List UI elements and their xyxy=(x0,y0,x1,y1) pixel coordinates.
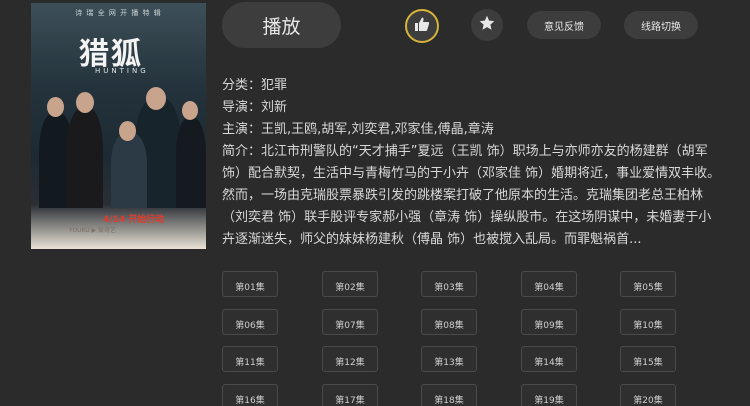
episode-button[interactable]: 第09集 xyxy=(521,309,577,335)
episode-button[interactable]: 第07集 xyxy=(322,309,378,335)
episode-button[interactable]: 第03集 xyxy=(421,271,477,297)
star-icon xyxy=(479,15,495,35)
poster-date: 4/14 开始行动 xyxy=(103,215,165,225)
episode-button[interactable]: 第19集 xyxy=(521,384,577,406)
episode-grid: 第01集 第02集 第03集 第04集 第05集第06集 第07集 第08集 第09集 第10集… xyxy=(222,271,742,406)
poster-logos: YOUKU ▶ 爱奇艺 xyxy=(69,227,117,234)
episode-button[interactable]: 第15集 xyxy=(620,346,676,372)
episode-button[interactable]: 第16集 xyxy=(222,384,278,406)
poster-image: 诗 瑞 全 网 开 播 特 辑 猎狐 HUNTING 4/14 开始行动 YOU… xyxy=(31,3,206,249)
description-text: 简介：北江市刑警队的“天才捕手”夏远（王凯 饰）职场上与亦师亦友的杨建群（胡军饰… xyxy=(222,144,721,247)
episode-button[interactable]: 第05集 xyxy=(620,271,676,297)
line-switch-button[interactable]: 线路切换 xyxy=(624,11,698,39)
episode-button[interactable]: 第11集 xyxy=(222,346,278,372)
episode-button[interactable]: 第12集 xyxy=(322,346,378,372)
episode-button[interactable]: 第18集 xyxy=(421,384,477,406)
episode-button[interactable]: 第14集 xyxy=(521,346,577,372)
thumbs-up-icon xyxy=(414,16,430,36)
poster-subtitle: HUNTING xyxy=(95,67,149,75)
play-button[interactable]: 播放 xyxy=(222,2,341,48)
episode-button[interactable]: 第08集 xyxy=(421,309,477,335)
feedback-button[interactable]: 意见反馈 xyxy=(527,11,601,39)
episode-button[interactable]: 第02集 xyxy=(322,271,378,297)
episode-button[interactable]: 第17集 xyxy=(322,384,378,406)
info-section: 分类：犯罪 导演：刘新 主演：王凯,王鸥,胡军,刘奕君,邓家佳,傅晶,章涛 简介… xyxy=(222,75,722,251)
favorite-button[interactable] xyxy=(471,9,503,41)
episode-button[interactable]: 第06集 xyxy=(222,309,278,335)
episode-button[interactable]: 第01集 xyxy=(222,271,278,297)
episode-button[interactable]: 第20集 xyxy=(620,384,676,406)
director-text: 导演：刘新 xyxy=(222,100,288,115)
detail-page: 诗 瑞 全 网 开 播 特 辑 猎狐 HUNTING 4/14 开始行动 YOU… xyxy=(0,0,750,406)
cast-text: 主演：王凯,王鸥,胡军,刘奕君,邓家佳,傅晶,章涛 xyxy=(222,122,494,137)
category-text: 分类：犯罪 xyxy=(222,78,288,93)
like-button[interactable] xyxy=(405,9,439,43)
poster-figures xyxy=(31,83,206,208)
poster-tagline: 诗 瑞 全 网 开 播 特 辑 xyxy=(75,9,162,17)
episode-button[interactable]: 第13集 xyxy=(421,346,477,372)
episode-button[interactable]: 第04集 xyxy=(521,271,577,297)
episode-button[interactable]: 第10集 xyxy=(620,309,676,335)
